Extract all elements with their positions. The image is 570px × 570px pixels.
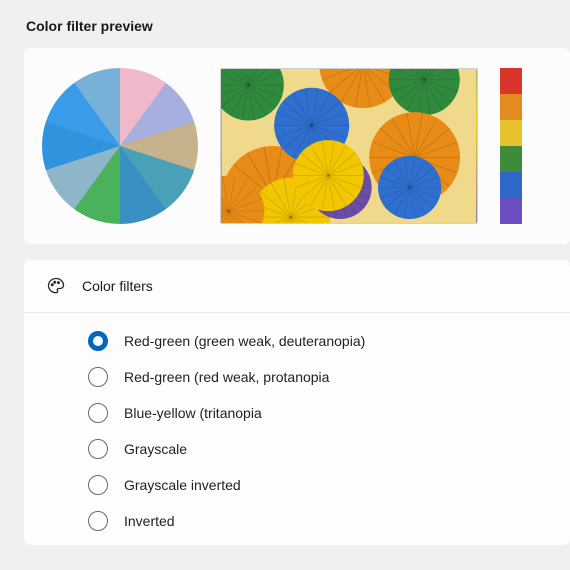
filters-card: Color filters Red-green (green weak, deu… [24,260,570,545]
radio-button[interactable] [88,439,108,459]
filter-option[interactable]: Grayscale inverted [88,475,548,495]
filter-radio-group: Red-green (green weak, deuteranopia) Red-… [24,313,570,545]
radio-button[interactable] [88,511,108,531]
radio-label: Red-green (red weak, protanopia [124,369,329,385]
filter-option[interactable]: Red-green (green weak, deuteranopia) [88,331,548,351]
swatch [500,198,522,224]
filter-option[interactable]: Inverted [88,511,548,531]
swatch [500,94,522,120]
radio-button[interactable] [88,331,108,351]
swatch [500,120,522,146]
radio-label: Blue-yellow (tritanopia [124,405,262,421]
filters-title: Color filters [82,278,153,294]
swatch [500,146,522,172]
swatch [500,172,522,198]
swatch [500,68,522,94]
swatch-column [500,68,522,224]
page-title: Color filter preview [24,18,570,34]
radio-button[interactable] [88,403,108,423]
filters-header: Color filters [24,260,570,313]
radio-button[interactable] [88,367,108,387]
preview-card [24,48,570,244]
radio-label: Red-green (green weak, deuteranopia) [124,333,365,349]
filter-option[interactable]: Blue-yellow (tritanopia [88,403,548,423]
filter-option[interactable]: Grayscale [88,439,548,459]
radio-label: Inverted [124,513,175,529]
radio-label: Grayscale [124,441,187,457]
palette-icon [46,276,66,296]
radio-button[interactable] [88,475,108,495]
radio-label: Grayscale inverted [124,477,241,493]
photo-preview [220,68,478,224]
filter-option[interactable]: Red-green (red weak, protanopia [88,367,548,387]
color-wheel-preview [42,68,198,224]
